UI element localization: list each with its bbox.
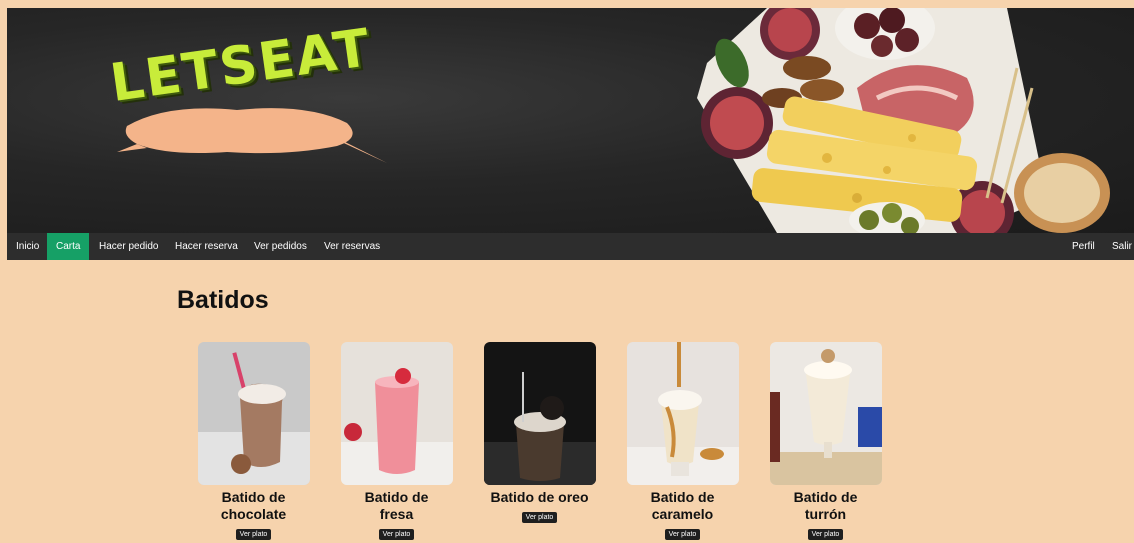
page: LETSEAT Inicio Carta Hacer pedido Hacer … [7, 8, 1134, 543]
main-nav: Inicio Carta Hacer pedido Hacer reserva … [7, 233, 1134, 260]
nav-item-inicio[interactable]: Inicio [7, 233, 48, 260]
product-image-oreo[interactable] [483, 342, 596, 485]
product-card: Batido de fresa Ver plato [339, 342, 454, 541]
product-card: Batido de turrón Ver plato [768, 342, 883, 541]
logo[interactable]: LETSEAT [107, 18, 397, 168]
product-name: Batido de turrón [793, 489, 858, 522]
nav-item-salir[interactable]: Salir [1103, 233, 1134, 260]
view-dish-button[interactable]: Ver plato [378, 529, 415, 540]
product-name: Batido de oreo [490, 489, 589, 505]
nav-item-perfil[interactable]: Perfil [1063, 233, 1104, 260]
nav-item-ver-pedidos[interactable]: Ver pedidos [245, 233, 316, 260]
product-name: Batido de fresa [364, 489, 429, 522]
product-name: Batido de chocolate [220, 489, 287, 522]
product-image-fresa[interactable] [340, 342, 453, 485]
nav-item-hacer-reserva[interactable]: Hacer reserva [166, 233, 247, 260]
view-dish-button[interactable]: Ver plato [521, 512, 558, 523]
product-image-turron[interactable] [769, 342, 882, 485]
product-image-caramelo[interactable] [626, 342, 739, 485]
nav-item-hacer-pedido[interactable]: Hacer pedido [90, 233, 167, 260]
product-image-chocolate[interactable] [197, 342, 310, 485]
view-dish-button[interactable]: Ver plato [235, 529, 272, 540]
product-card: Batido de chocolate Ver plato [196, 342, 311, 541]
section-title: Batidos [177, 286, 269, 314]
product-card: Batido de caramelo Ver plato [625, 342, 740, 541]
view-dish-button[interactable]: Ver plato [664, 529, 701, 540]
nav-item-ver-reservas[interactable]: Ver reservas [315, 233, 389, 260]
view-dish-button[interactable]: Ver plato [807, 529, 844, 540]
product-name: Batido de caramelo [650, 489, 715, 522]
product-card: Batido de oreo Ver plato [482, 342, 597, 524]
nav-item-carta[interactable]: Carta [47, 233, 89, 260]
header-banner: LETSEAT [7, 8, 1134, 233]
